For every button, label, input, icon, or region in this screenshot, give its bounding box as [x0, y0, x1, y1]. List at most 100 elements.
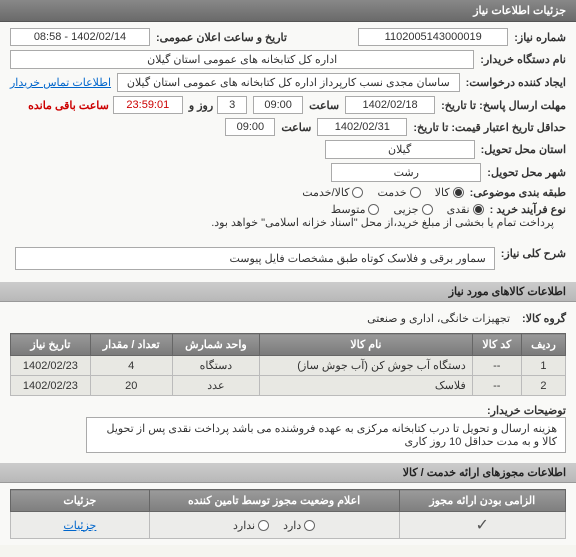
cell-mandatory: ✓: [399, 512, 566, 539]
col-details: جزئیات: [11, 490, 150, 512]
radio-motevaset[interactable]: متوسط: [331, 203, 380, 216]
table-row: ✓ دارد ندارد جزئیات: [11, 512, 566, 539]
requester-label: ایجاد کننده درخواست:: [466, 76, 566, 89]
need-info-panel: شماره نیاز: 1102005143000019 تاریخ و ساع…: [0, 22, 576, 239]
goods-header-title: اطلاعات کالاهای مورد نیاز: [449, 286, 566, 298]
need-no-value: 1102005143000019: [358, 28, 508, 46]
table-row: 1 -- دستگاه آب جوش کن (آب جوش ساز) دستگا…: [11, 356, 566, 376]
col-date: تاریخ نیاز: [11, 334, 91, 356]
deadline-hour: 09:00: [253, 96, 303, 114]
deadline-days: 3: [217, 96, 247, 114]
cell-date: 1402/02/23: [11, 376, 91, 396]
col-name: نام کالا: [260, 334, 473, 356]
announce-label: تاریخ و ساعت اعلان عمومی:: [156, 31, 287, 44]
main-header-title: جزئیات اطلاعات نیاز: [473, 5, 566, 17]
radio-both[interactable]: کالا/خدمت: [302, 186, 363, 199]
permits-header-title: اطلاعات مجوزهای ارائه خدمت / کالا: [403, 467, 566, 479]
radio-both-label: کالا/خدمت: [302, 186, 349, 199]
cell-qty: 20: [90, 376, 172, 396]
category-radio-group: کالا خدمت کالا/خدمت: [302, 186, 463, 199]
announce-value: 1402/02/14 - 08:58: [10, 28, 150, 46]
radio-has[interactable]: دارد: [283, 519, 315, 532]
radio-icon: [453, 187, 464, 198]
permits-header: اطلاعات مجوزهای ارائه خدمت / کالا: [0, 463, 576, 483]
description-text: سماور برقی و فلاسک کوتاه طبق مشخصات فایل…: [15, 247, 495, 270]
permits-header-row: الزامی بودن ارائه مجوز اعلام وضعیت مجوز …: [11, 490, 566, 512]
cell-date: 1402/02/23: [11, 356, 91, 376]
radio-naghdi[interactable]: نقدی: [447, 203, 484, 216]
credit-label: حداقل تاریخ اعتبار قیمت: تا تاریخ:: [413, 121, 566, 134]
cell-name: فلاسک: [260, 376, 473, 396]
credit-hour: 09:00: [225, 118, 275, 136]
remain-label: ساعت باقی مانده: [28, 99, 109, 112]
radio-motevaset-label: متوسط: [331, 203, 366, 216]
city-label: شهر محل تحویل:: [487, 166, 566, 179]
radio-icon: [410, 187, 421, 198]
requester-value: ساسان مجدی نسب کارپرداز اداره کل کتابخان…: [117, 73, 460, 92]
cell-unit: دستگاه: [172, 356, 259, 376]
radio-icon: [368, 204, 379, 215]
main-header: جزئیات اطلاعات نیاز: [0, 0, 576, 22]
cell-code: --: [472, 376, 521, 396]
description-block: شرح کلی نیاز: سماور برقی و فلاسک کوتاه ط…: [0, 239, 576, 282]
need-no-label: شماره نیاز:: [514, 31, 566, 44]
col-unit: واحد شمارش: [172, 334, 259, 356]
notes-text: هزینه ارسال و تحویل تا درب کتابخانه مرکز…: [86, 417, 566, 453]
radio-khedmat[interactable]: خدمت: [377, 186, 420, 199]
group-label: گروه کالا:: [522, 312, 566, 325]
remain-time: 23:59:01: [113, 96, 183, 114]
time-label-1: ساعت: [309, 99, 339, 112]
radio-icon: [352, 187, 363, 198]
province-label: استان محل تحویل:: [481, 143, 566, 156]
table-row: 2 -- فلاسک عدد 20 1402/02/23: [11, 376, 566, 396]
notes-label: توضیحات خریدار:: [487, 404, 566, 417]
goods-header: اطلاعات کالاهای مورد نیاز: [0, 282, 576, 302]
col-idx: ردیف: [521, 334, 565, 356]
col-code: کد کالا: [472, 334, 521, 356]
time-label-2: ساعت: [281, 121, 311, 134]
radio-jozi[interactable]: جزیی: [393, 203, 432, 216]
radio-icon: [422, 204, 433, 215]
radio-icon: [473, 204, 484, 215]
radio-hasnot-label: ندارد: [233, 519, 255, 532]
goods-table: ردیف کد کالا نام کالا واحد شمارش تعداد /…: [10, 333, 566, 396]
buyer-value: اداره کل کتابخانه های عمومی استان گیلان: [10, 50, 474, 69]
radio-hasnot[interactable]: ندارد: [233, 519, 269, 532]
radio-jozi-label: جزیی: [393, 203, 418, 216]
cell-idx: 2: [521, 376, 565, 396]
cell-name: دستگاه آب جوش کن (آب جوش ساز): [260, 356, 473, 376]
credit-date: 1402/02/31: [317, 118, 407, 136]
day-word: روز و: [189, 99, 213, 112]
contact-link[interactable]: اطلاعات تماس خریدار: [10, 76, 111, 89]
permits-table: الزامی بودن ارائه مجوز اعلام وضعیت مجوز …: [10, 489, 566, 539]
permits-panel: الزامی بودن ارائه مجوز اعلام وضعیت مجوز …: [0, 483, 576, 545]
radio-kala-label: کالا: [435, 186, 450, 199]
cell-code: --: [472, 356, 521, 376]
group-value: تجهیزات خانگی، اداری و صنعتی: [367, 312, 510, 325]
description-label: شرح کلی نیاز:: [501, 247, 566, 260]
col-mandatory: الزامی بودن ارائه مجوز: [399, 490, 566, 512]
province-value: گیلان: [325, 140, 475, 159]
deadline-date: 1402/02/18: [345, 96, 435, 114]
purchase-radio-group: نقدی جزیی متوسط: [331, 203, 484, 216]
city-value: رشت: [331, 163, 481, 182]
cell-status: دارد ندارد: [149, 512, 399, 539]
category-label: طبقه بندی موضوعی:: [470, 186, 566, 199]
cell-idx: 1: [521, 356, 565, 376]
cell-qty: 4: [90, 356, 172, 376]
col-qty: تعداد / مقدار: [90, 334, 172, 356]
col-status: اعلام وضعیت مجوز توسط تامین کننده: [149, 490, 399, 512]
radio-has-label: دارد: [283, 519, 301, 532]
radio-icon: [304, 520, 315, 531]
deadline-label: مهلت ارسال پاسخ: تا تاریخ:: [441, 99, 566, 112]
radio-khedmat-label: خدمت: [377, 186, 406, 199]
check-icon: ✓: [476, 517, 489, 534]
purchase-note: پرداخت تمام یا بخشی از مبلغ خرید،از محل …: [211, 216, 554, 229]
status-radio-group: دارد ندارد: [153, 519, 396, 532]
goods-panel: گروه کالا: تجهیزات خانگی، اداری و صنعتی …: [0, 302, 576, 463]
radio-kala[interactable]: کالا: [435, 186, 464, 199]
goods-table-header-row: ردیف کد کالا نام کالا واحد شمارش تعداد /…: [11, 334, 566, 356]
details-link[interactable]: جزئیات: [63, 520, 96, 532]
purchase-type-label: نوع فرآیند خرید :: [490, 203, 566, 216]
cell-details: جزئیات: [11, 512, 150, 539]
